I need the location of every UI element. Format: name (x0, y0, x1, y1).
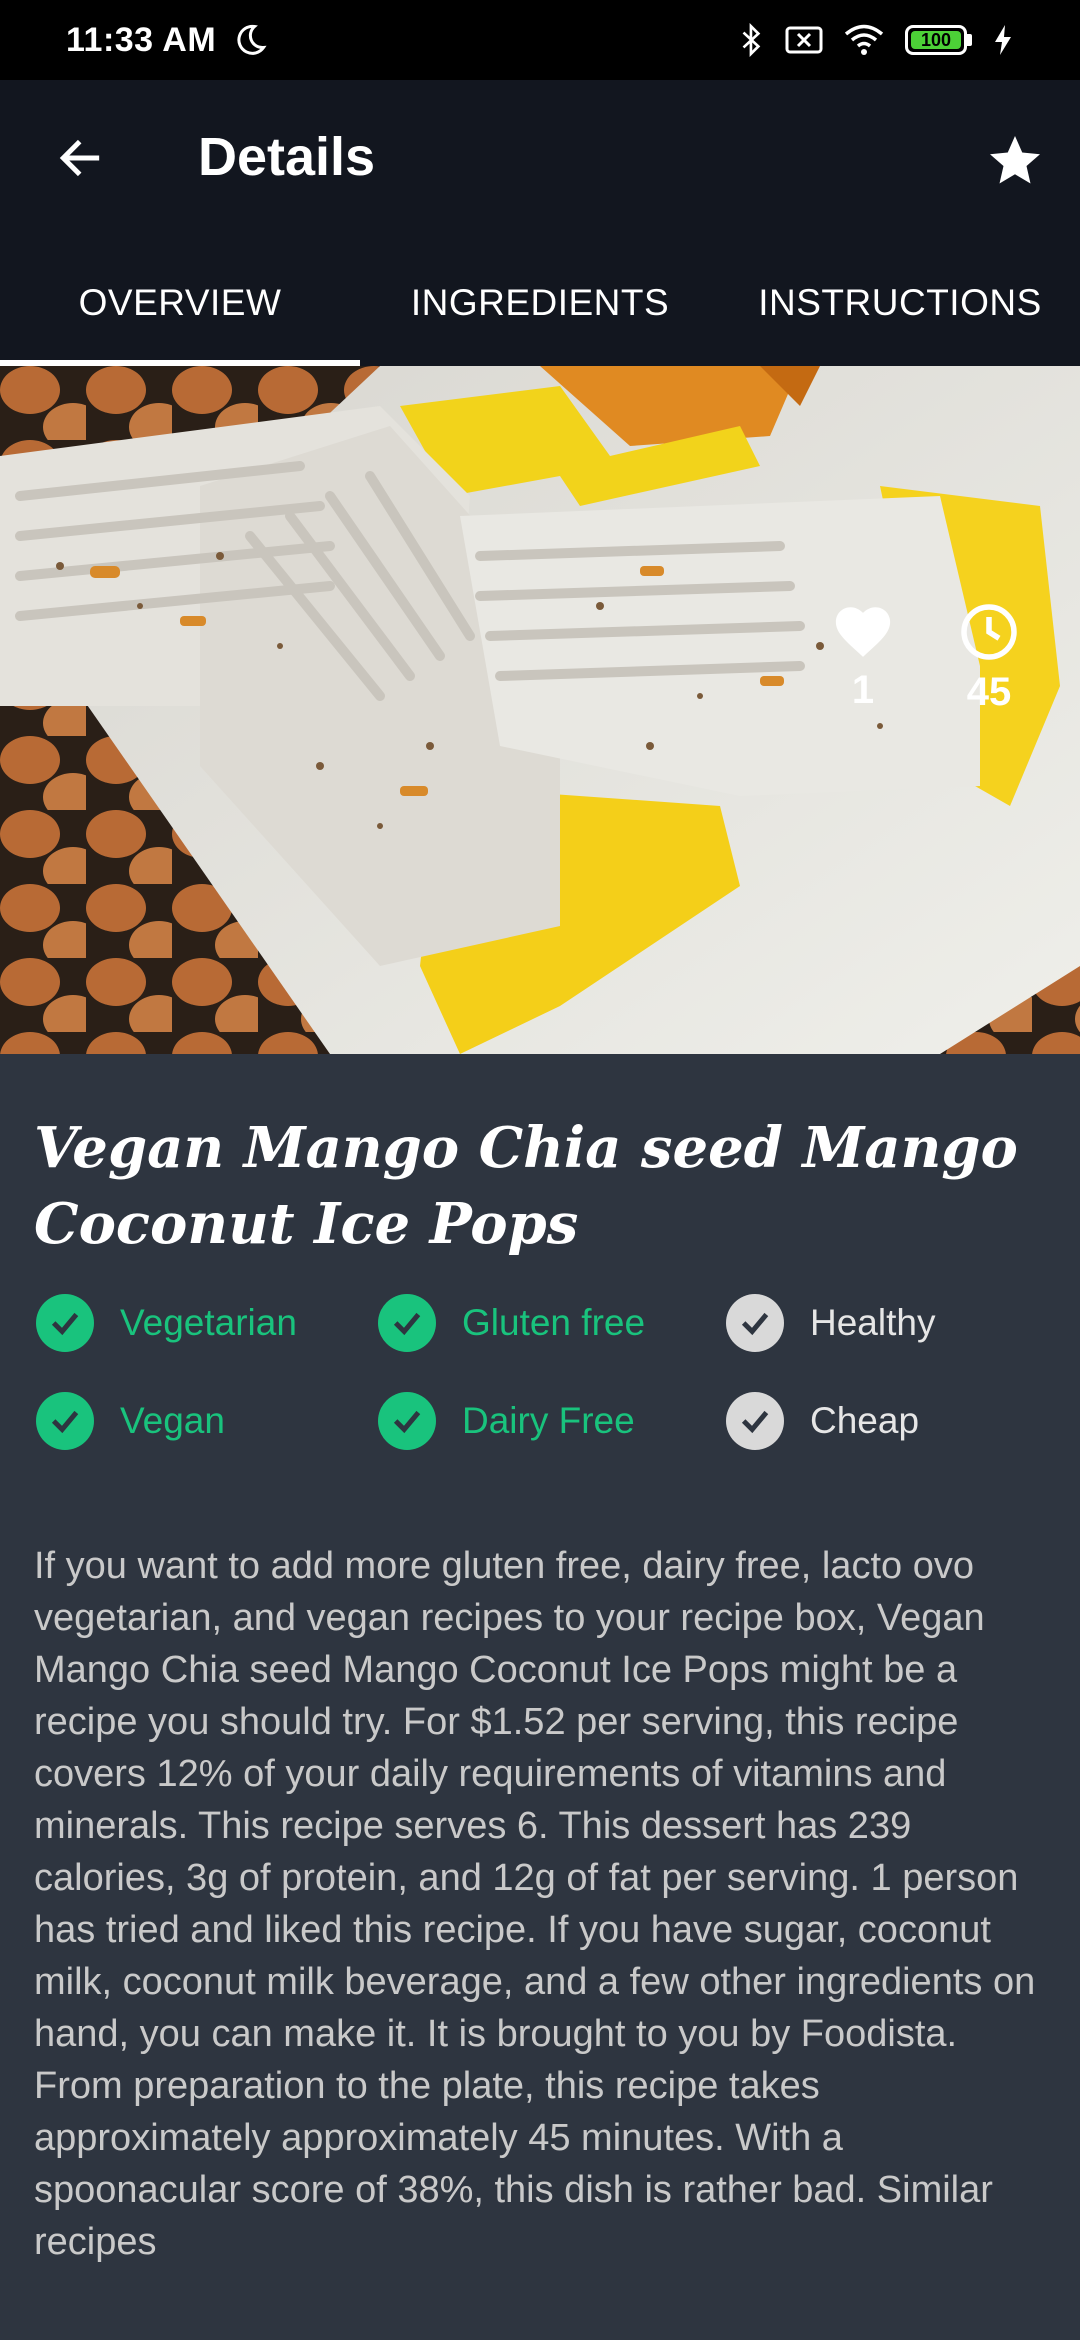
status-time: 11:33 AM (66, 20, 217, 59)
tag-vegetarian: Vegetarian (36, 1294, 297, 1352)
moon-icon (237, 24, 267, 55)
tag-label: Healthy (810, 1302, 936, 1343)
heart-icon (835, 607, 891, 657)
tab-instructions[interactable]: INSTRUCTIONS (720, 240, 1080, 366)
tag-label: Gluten free (462, 1302, 646, 1343)
tag-label: Cheap (810, 1400, 920, 1441)
recipe-details: Vegan Mango Chia seed Mango Coconut Ice … (0, 1054, 1080, 2340)
charging-icon (995, 25, 1011, 55)
recipe-image: 1 45 (0, 366, 1080, 1054)
tag-label: Vegetarian (120, 1302, 297, 1343)
battery-icon: 100 (905, 25, 972, 55)
favorite-button[interactable] (980, 126, 1050, 196)
star-icon (990, 136, 1040, 184)
page-title: Details (198, 127, 376, 187)
recipe-title: Vegan Mango Chia seed Mango Coconut Ice … (34, 1115, 1018, 1257)
tab-overview[interactable]: OVERVIEW (0, 240, 360, 366)
tag-label: Vegan (120, 1400, 225, 1441)
time-stat: 45 (944, 602, 1034, 715)
status-bar: 11:33 AM 100 (0, 0, 1080, 80)
likes-count: 1 (851, 668, 875, 712)
wifi-icon (844, 24, 884, 55)
clock-icon (961, 604, 1017, 660)
tab-ingredients[interactable]: INGREDIENTS (360, 240, 720, 366)
check-icon (726, 1294, 784, 1352)
bluetooth-icon (742, 23, 761, 57)
tag-label: Dairy Free (462, 1400, 635, 1441)
recipe-summary: If you want to add more gluten free, dai… (34, 1545, 1036, 2263)
back-button[interactable] (50, 128, 110, 188)
check-icon (726, 1392, 784, 1450)
recipe-photo (0, 366, 1080, 1054)
battery-level: 100 (911, 30, 961, 50)
app-bar: Details (0, 80, 1080, 240)
check-icon (378, 1392, 436, 1450)
likes-stat: 1 (818, 602, 908, 713)
check-icon (36, 1294, 94, 1352)
tag-gluten-free: Gluten free (378, 1294, 645, 1352)
check-icon (378, 1294, 436, 1352)
tag-healthy: Healthy (726, 1294, 935, 1352)
sim-off-icon (785, 26, 823, 54)
tag-vegan: Vegan (36, 1392, 225, 1450)
tag-dairy-free: Dairy Free (378, 1392, 635, 1450)
status-icons: 100 (739, 23, 1014, 57)
check-icon (36, 1392, 94, 1450)
time-minutes: 45 (966, 670, 1012, 714)
tab-bar: OVERVIEW INGREDIENTS INSTRUCTIONS (0, 240, 1080, 366)
arrow-left-icon (59, 139, 100, 177)
tag-cheap: Cheap (726, 1392, 919, 1450)
